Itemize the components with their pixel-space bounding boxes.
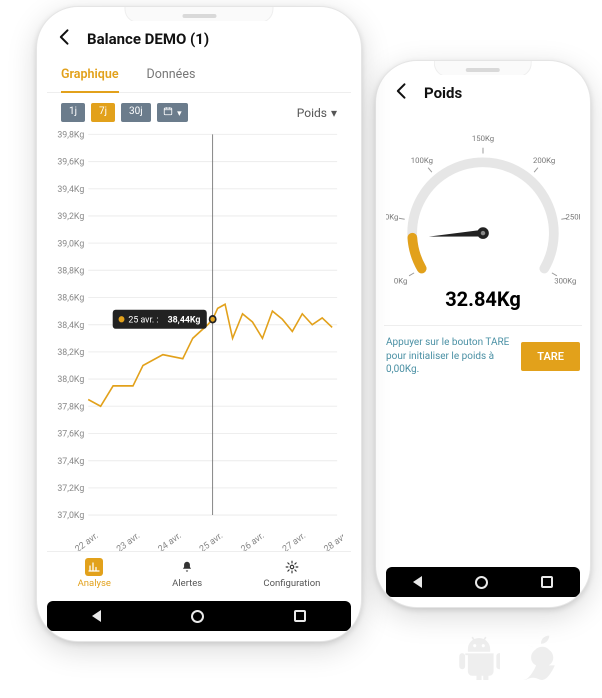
range-buttons: 1j 7j 30j ▾	[61, 103, 188, 122]
nav-alertes[interactable]: Alertes	[172, 558, 202, 589]
nav-back-icon[interactable]	[413, 576, 422, 588]
svg-text:25 avr.: 25 avr.	[198, 530, 225, 551]
tab-graphique[interactable]: Graphique	[61, 59, 119, 92]
svg-text:37,8Kg: 37,8Kg	[57, 401, 84, 412]
range-30d[interactable]: 30j	[121, 103, 151, 122]
range-1d[interactable]: 1j	[61, 103, 85, 122]
tare-instruction: Appuyer sur le bouton TARE pour initiali…	[386, 336, 511, 377]
svg-text:200Kg: 200Kg	[533, 156, 555, 165]
metric-label: Poids	[297, 106, 327, 120]
svg-text:25 avr. :: 25 avr. :	[128, 314, 158, 325]
back-arrow-icon[interactable]	[392, 81, 412, 105]
svg-text:27 avr.: 27 avr.	[281, 530, 308, 551]
svg-text:39,8Kg: 39,8Kg	[57, 129, 84, 140]
svg-text:38,8Kg: 38,8Kg	[57, 265, 84, 276]
bell-icon	[178, 558, 196, 576]
svg-text:100Kg: 100Kg	[411, 156, 433, 165]
android-nav-bar	[47, 601, 351, 631]
phone-primary: Balance DEMO (1) Graphique Données 1j 7j…	[36, 6, 362, 642]
svg-text:37,6Kg: 37,6Kg	[57, 428, 84, 439]
gauge: 0Kg 50Kg 100Kg 150Kg 200Kg 250Kg 300Kg 32.84Kg	[384, 113, 582, 311]
page-title: Poids	[424, 84, 462, 102]
range-calendar[interactable]: ▾	[157, 103, 188, 122]
svg-text:38,6Kg: 38,6Kg	[57, 292, 84, 303]
nav-label: Configuration	[263, 578, 320, 589]
svg-text:250Kg: 250Kg	[566, 213, 580, 222]
svg-text:38,44Kg: 38,44Kg	[168, 314, 201, 325]
calendar-icon	[163, 106, 173, 116]
chevron-down-icon: ▾	[177, 109, 182, 119]
svg-text:39,6Kg: 39,6Kg	[57, 156, 84, 167]
page-title: Balance DEMO (1)	[87, 30, 209, 48]
svg-text:50Kg: 50Kg	[386, 213, 398, 222]
svg-text:39,0Kg: 39,0Kg	[57, 238, 84, 249]
nav-recent-icon[interactable]	[541, 576, 553, 588]
nav-label: Alertes	[172, 578, 202, 589]
android-icon	[458, 632, 500, 680]
nav-home-icon[interactable]	[475, 576, 488, 589]
tare-button[interactable]: TARE	[521, 342, 580, 371]
store-badges	[458, 632, 558, 680]
nav-configuration[interactable]: Configuration	[263, 558, 320, 589]
metric-dropdown[interactable]: Poids ▾	[297, 106, 337, 120]
chevron-down-icon: ▾	[331, 106, 337, 120]
gear-icon	[283, 558, 301, 576]
nav-analyse[interactable]: Analyse	[78, 558, 111, 589]
svg-text:37,0Kg: 37,0Kg	[57, 510, 84, 521]
gauge-value: 32.84Kg	[386, 287, 580, 311]
back-arrow-icon[interactable]	[55, 27, 75, 51]
apple-icon	[520, 634, 558, 680]
chart-bar-icon	[85, 558, 103, 576]
svg-text:37,2Kg: 37,2Kg	[57, 483, 84, 494]
svg-text:150Kg: 150Kg	[472, 134, 494, 143]
bottom-nav: Analyse Alertes Configuration	[47, 551, 351, 593]
nav-back-icon[interactable]	[92, 610, 101, 622]
svg-text:23 avr.: 23 avr.	[115, 530, 142, 551]
svg-text:28 avr.: 28 avr.	[322, 530, 343, 551]
svg-text:38,0Kg: 38,0Kg	[57, 374, 84, 385]
svg-text:38,2Kg: 38,2Kg	[57, 347, 84, 358]
svg-text:38,4Kg: 38,4Kg	[57, 320, 84, 331]
svg-text:0Kg: 0Kg	[394, 277, 407, 286]
tab-donnees[interactable]: Données	[147, 59, 196, 92]
svg-text:37,4Kg: 37,4Kg	[57, 456, 84, 467]
topbar: Balance DEMO (1)	[47, 21, 351, 59]
chart[interactable]: 39,8Kg 39,6Kg 39,4Kg 39,2Kg 39,0Kg 38,8Kg 38,6…	[47, 126, 351, 551]
tabs: Graphique Données	[47, 59, 351, 93]
nav-home-icon[interactable]	[191, 610, 204, 623]
nav-recent-icon[interactable]	[294, 610, 306, 622]
svg-text:300Kg: 300Kg	[554, 277, 576, 286]
svg-text:22 avr.: 22 avr.	[73, 530, 100, 551]
svg-text:26 avr.: 26 avr.	[239, 530, 266, 551]
topbar: Poids	[384, 75, 582, 113]
phone-secondary: Poids 0Kg 50Kg 100Kg 150Kg 200Kg 250Kg 300Kg 3…	[375, 60, 591, 608]
svg-text:39,4Kg: 39,4Kg	[57, 184, 84, 195]
range-7d[interactable]: 7j	[91, 103, 115, 122]
svg-text:39,2Kg: 39,2Kg	[57, 211, 84, 222]
android-nav-bar	[386, 567, 580, 597]
svg-text:24 avr.: 24 avr.	[156, 530, 183, 551]
nav-label: Analyse	[78, 578, 111, 589]
